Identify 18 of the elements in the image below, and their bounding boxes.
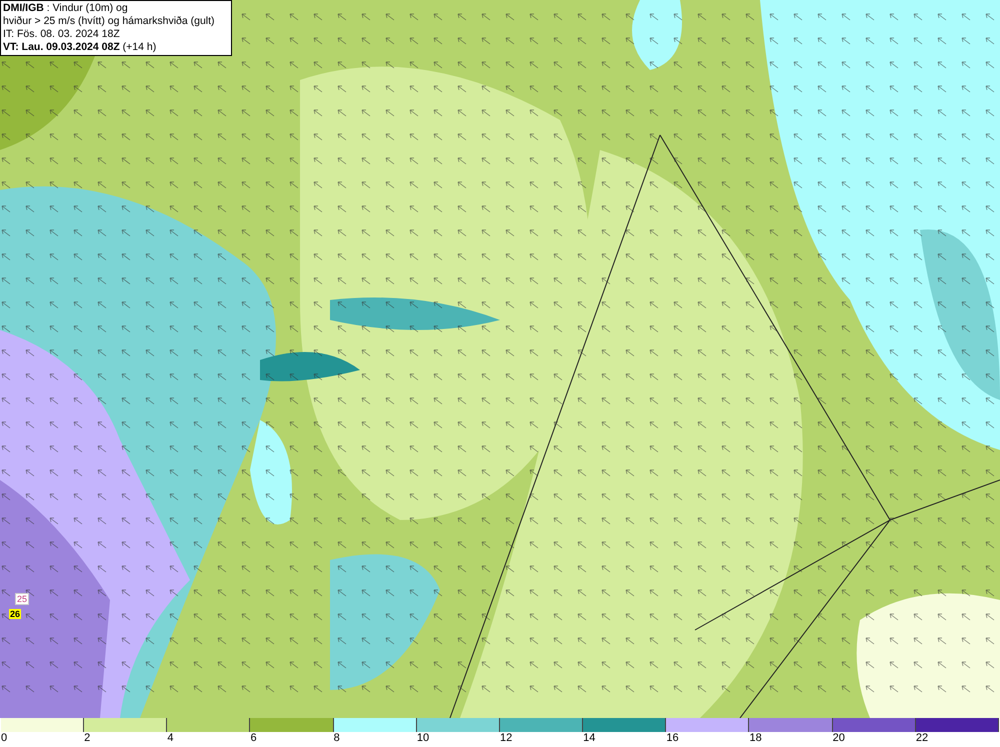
legend-label: 4	[167, 732, 174, 745]
legend-label: 20	[832, 732, 845, 745]
legend-label: 6	[250, 732, 257, 745]
legend-label: 12	[500, 732, 512, 745]
legend-label: 8	[334, 732, 340, 745]
legend-label: 10	[416, 732, 430, 745]
legend-label: 14	[583, 732, 596, 745]
legend-label: 0	[1, 732, 8, 745]
gust-label: 25	[15, 593, 30, 605]
legend-label: 18	[749, 732, 762, 745]
legend-label: 16	[666, 732, 679, 745]
legend-label: 2	[84, 732, 90, 745]
info-text: DMI/IGB : Vindur (10m) og	[3, 2, 129, 15]
gust-label: 26	[9, 609, 22, 619]
info-text: hviður > 25 m/s (hvítt) og hámarkshviða (gult)	[3, 15, 216, 28]
info-text: VT: Lau. 09.03.2024 08Z (+14 h)	[3, 41, 158, 54]
info-text: IT: Fös. 08. 03. 2024 18Z	[3, 28, 121, 41]
legend-label: 22	[916, 732, 928, 745]
